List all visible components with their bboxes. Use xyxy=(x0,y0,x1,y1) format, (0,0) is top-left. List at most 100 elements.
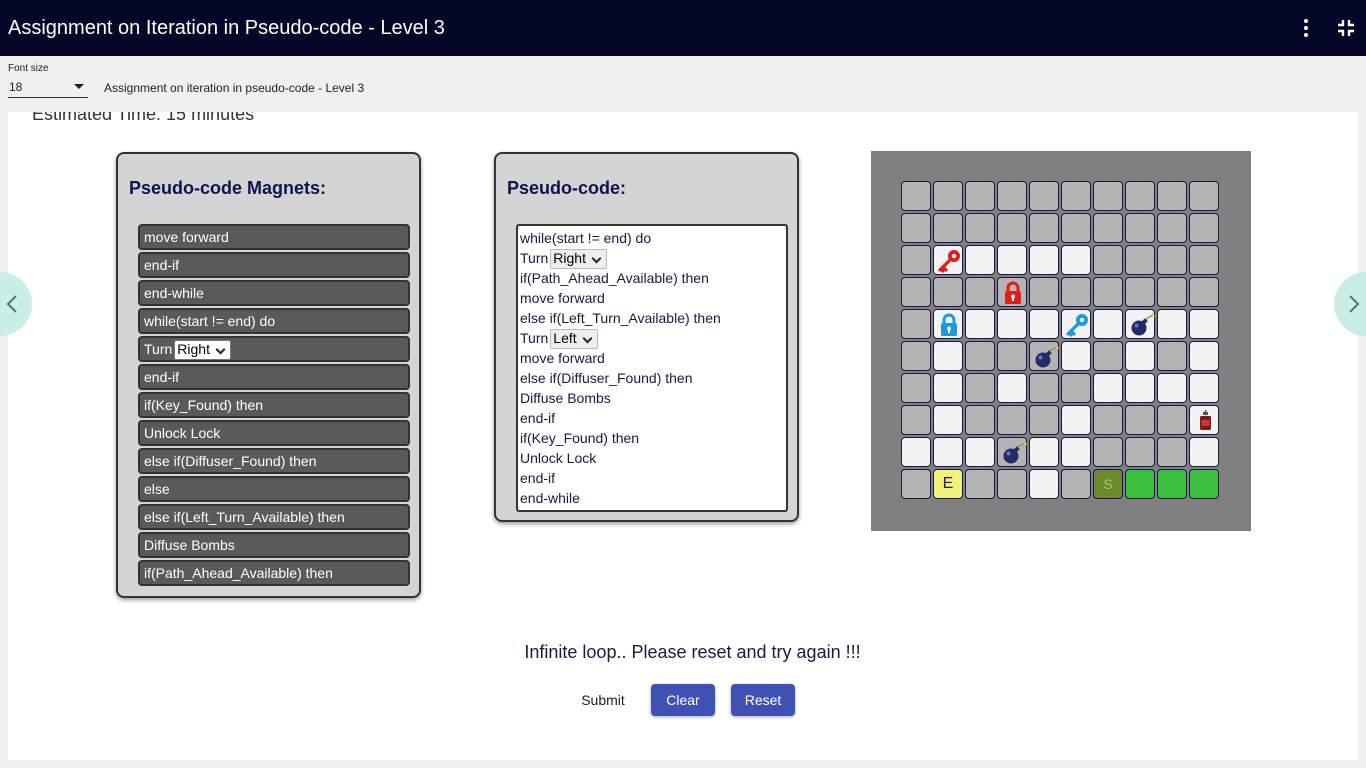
code-line[interactable]: Unlock Lock xyxy=(520,448,786,468)
maze-cell xyxy=(997,181,1027,211)
clear-button[interactable]: Clear xyxy=(651,684,715,716)
chevron-right-icon xyxy=(1349,295,1360,313)
maze-cell xyxy=(965,437,995,467)
maze-cell xyxy=(1189,181,1219,211)
magnet-item[interactable]: move forward xyxy=(138,224,410,250)
code-line[interactable]: end-while xyxy=(520,488,786,508)
direction-select[interactable]: Right xyxy=(550,249,607,270)
maze-cell xyxy=(1029,181,1059,211)
red-lock-icon xyxy=(1005,281,1021,304)
maze-cell xyxy=(933,405,963,435)
maze-cell xyxy=(1061,341,1091,371)
red-key-icon xyxy=(938,250,960,273)
magnet-item[interactable]: else if(Diffuser_Found) then xyxy=(138,448,410,474)
maze-cell xyxy=(1029,373,1059,403)
magnet-item[interactable]: Diffuse Bombs xyxy=(138,532,410,558)
maze-cell xyxy=(997,469,1027,499)
maze-cell xyxy=(1029,405,1059,435)
magnet-item-text: end-if xyxy=(144,369,180,385)
maze-cell xyxy=(1189,277,1219,307)
code-line[interactable]: move forward xyxy=(520,348,786,368)
maze-cell xyxy=(1125,437,1155,467)
code-line[interactable]: end-if xyxy=(520,408,786,428)
maze-cell xyxy=(1093,213,1123,243)
estimated-time: Estimated Time: 15 minutes xyxy=(32,112,255,124)
magnet-item-text: if(Key_Found) then xyxy=(144,397,264,413)
maze-cell xyxy=(1093,181,1123,211)
code-line[interactable]: Diffuse Bombs xyxy=(520,388,786,408)
magnet-item[interactable]: else if(Left_Turn_Available) then xyxy=(138,504,410,530)
direction-select[interactable]: Left xyxy=(550,329,598,350)
blue-key-icon xyxy=(1066,314,1088,337)
breadcrumb: Assignment on iteration in pseudo-code -… xyxy=(104,81,365,95)
maze-cell xyxy=(965,341,995,371)
maze-cell xyxy=(965,213,995,243)
code-line-text: end-while xyxy=(520,490,580,506)
code-line[interactable]: move forward xyxy=(520,288,786,308)
maze-cell xyxy=(965,309,995,339)
maze-cell: E xyxy=(933,469,963,499)
magnet-item[interactable]: end-if xyxy=(138,252,410,278)
maze-cell xyxy=(1189,469,1219,499)
code-line[interactable]: while(start != end) do xyxy=(520,228,786,248)
magnet-item[interactable]: Turn Right xyxy=(138,336,410,362)
code-line-text: Turn xyxy=(520,250,549,266)
code-line[interactable]: else if(Left_Turn_Available) then xyxy=(520,308,786,328)
magnet-item-text: end-if xyxy=(144,257,180,273)
maze-cell xyxy=(1157,277,1187,307)
maze-cell xyxy=(901,277,931,307)
direction-select[interactable]: Right xyxy=(174,340,231,361)
code-line[interactable]: Turn Right xyxy=(520,248,786,270)
maze-cell xyxy=(933,181,963,211)
magnet-item-text: Unlock Lock xyxy=(144,425,221,441)
maze-cell xyxy=(1093,341,1123,371)
magnet-item[interactable]: if(Path_Ahead_Available) then xyxy=(138,560,410,586)
page-title: Assignment on Iteration in Pseudo-code -… xyxy=(8,17,445,39)
maze-cell xyxy=(933,373,963,403)
start-label: S xyxy=(1103,476,1113,492)
maze-cell xyxy=(965,181,995,211)
pseudo-code-dropzone[interactable]: while(start != end) do Turn Right if(Path_A… xyxy=(516,224,788,512)
submit-button[interactable]: Submit xyxy=(573,684,633,716)
magnet-item[interactable]: while(start != end) do xyxy=(138,308,410,334)
code-line[interactable]: if(Path_Ahead_Available) then xyxy=(520,268,786,288)
maze-cell xyxy=(1189,405,1219,435)
font-size-label: Font size xyxy=(8,63,49,74)
magnet-item[interactable]: if(Key_Found) then xyxy=(138,392,410,418)
magnets-list: move forward end-if end-while while(start !… xyxy=(138,224,410,588)
maze-cell xyxy=(933,309,963,339)
magnet-item[interactable]: else xyxy=(138,476,410,502)
magnet-item[interactable]: Unlock Lock xyxy=(138,420,410,446)
magnet-item[interactable]: end-while xyxy=(138,280,410,306)
end-label: E xyxy=(942,475,954,492)
magnet-item[interactable]: end-if xyxy=(138,364,410,390)
blue-lock-icon xyxy=(941,313,957,336)
code-line[interactable]: end-if xyxy=(520,468,786,488)
maze-cell xyxy=(1125,309,1155,339)
maze-cell xyxy=(1157,469,1187,499)
maze-cell xyxy=(1061,213,1091,243)
code-line[interactable]: else if(Diffuser_Found) then xyxy=(520,368,786,388)
maze-cell xyxy=(901,181,931,211)
maze-cell xyxy=(1029,213,1059,243)
code-line[interactable]: if(Key_Found) then xyxy=(520,428,786,448)
fullscreen-exit-icon[interactable] xyxy=(1336,18,1356,38)
code-line[interactable]: Turn Left xyxy=(520,328,786,350)
font-size-value: 18 xyxy=(9,80,23,94)
code-line-text: move forward xyxy=(520,290,605,306)
code-line-text: Turn xyxy=(520,330,549,346)
maze-cell xyxy=(901,437,931,467)
maze-cell xyxy=(933,213,963,243)
font-size-select[interactable]: 18 xyxy=(8,78,88,98)
maze-cell xyxy=(965,405,995,435)
maze-cell xyxy=(1157,213,1187,243)
maze-cell xyxy=(997,277,1027,307)
maze-cell xyxy=(933,277,963,307)
status-message: Infinite loop.. Please reset and try aga… xyxy=(524,642,861,662)
magnet-item-text: else if(Diffuser_Found) then xyxy=(144,453,317,469)
reset-button[interactable]: Reset xyxy=(731,684,795,716)
more-vert-icon[interactable] xyxy=(1296,16,1316,40)
magnet-item-text: else if(Left_Turn_Available) then xyxy=(144,509,345,525)
maze-cell xyxy=(1157,309,1187,339)
maze-cell xyxy=(901,405,931,435)
